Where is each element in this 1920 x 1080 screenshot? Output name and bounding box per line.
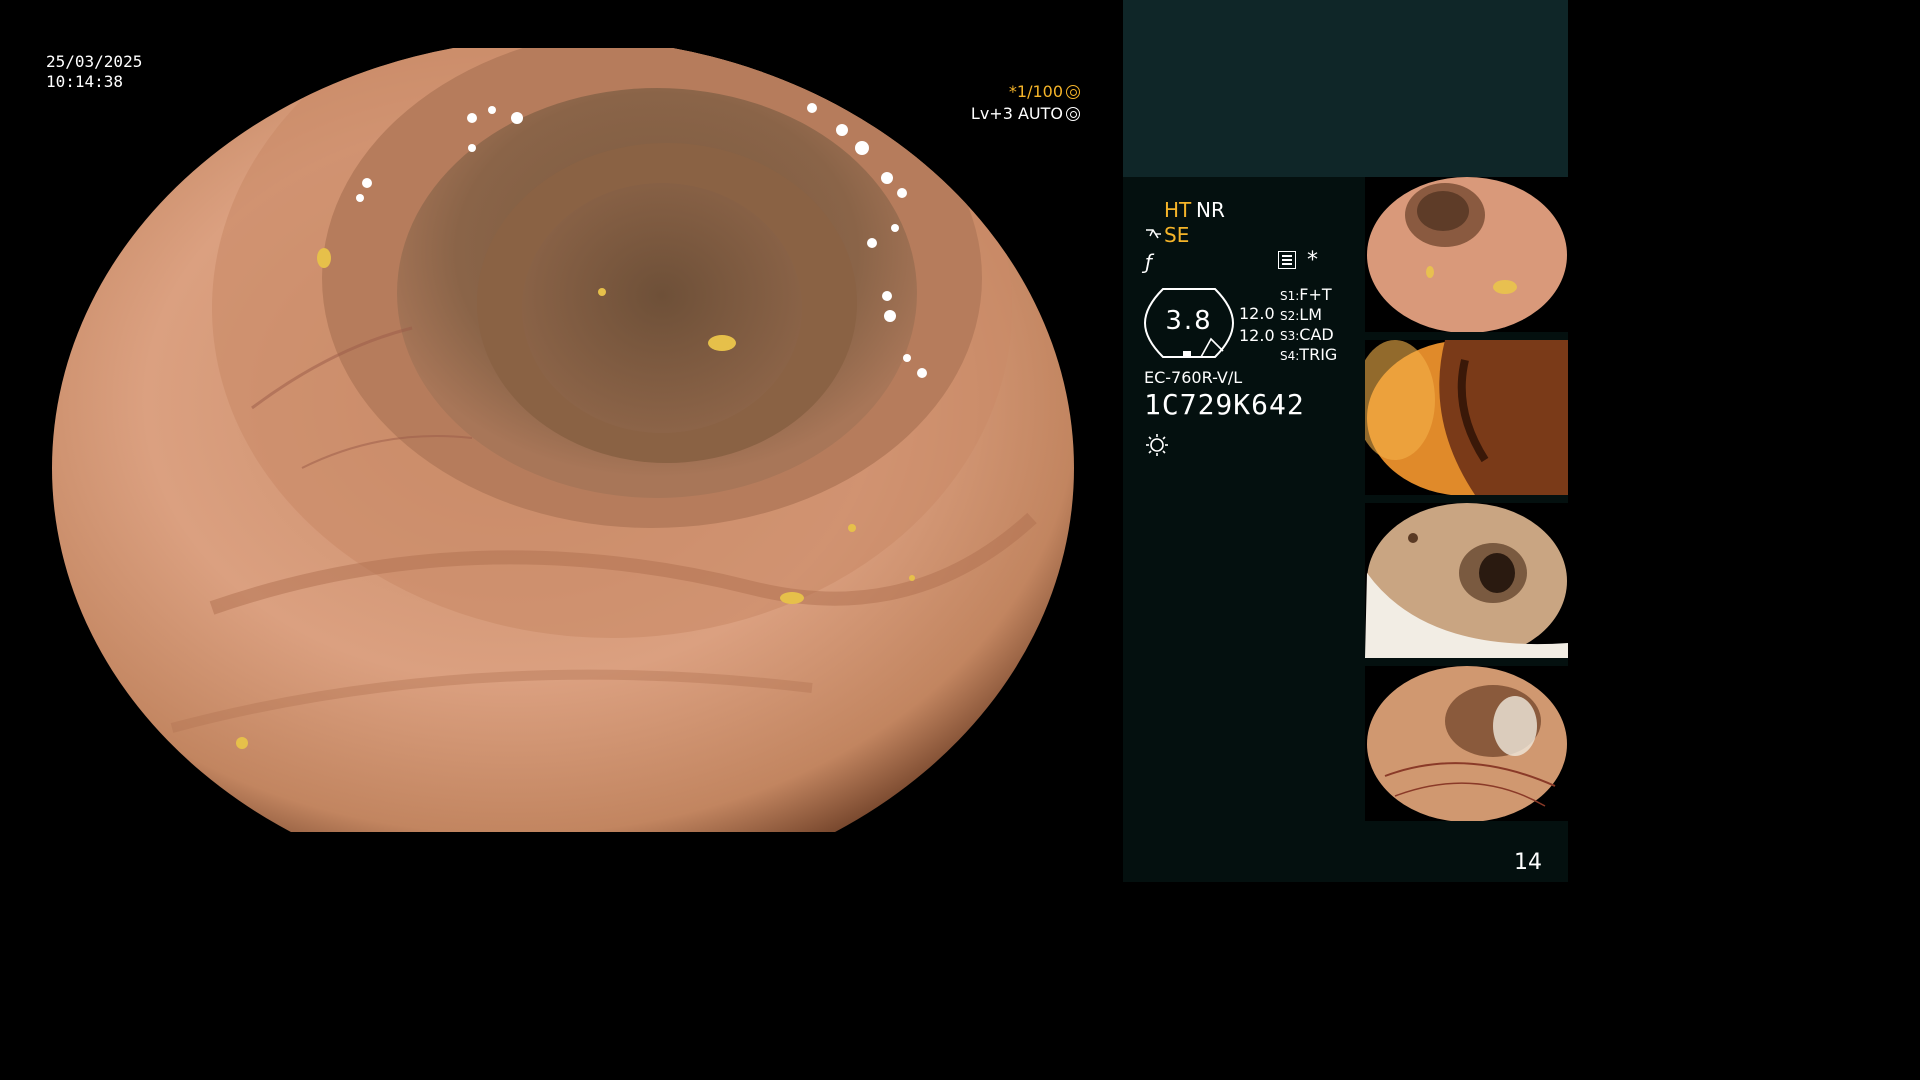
endoscopy-screen: 25/03/2025 10:14:38 *1/100 Lv+3 AUTO HT … (0, 0, 1568, 882)
shutter-speed: *1/100 (1009, 82, 1080, 101)
iris-value: 3.8 (1165, 306, 1213, 336)
switch-s1-key: S1: (1280, 289, 1300, 303)
auto-iris-icon (1066, 107, 1080, 121)
brightness-level-text: Lv+3 AUTO (970, 104, 1063, 123)
exam-time: 10:14:38 (46, 72, 124, 91)
thumbnail-2[interactable] (1365, 340, 1568, 495)
switch-s1-value: F+T (1299, 285, 1332, 304)
shutter-speed-text: *1/100 (1008, 82, 1063, 101)
thumbnail-3[interactable] (1365, 503, 1568, 658)
exam-date: 25/03/2025 (46, 52, 143, 71)
switch-s2: S2:LM (1280, 305, 1322, 324)
scope-model: EC-760R-V/L (1144, 368, 1243, 387)
switch-s2-key: S2: (1280, 309, 1300, 323)
switch-s3-value: CAD (1299, 325, 1334, 344)
mode-ht: HT (1164, 198, 1192, 222)
mode-nr: NR (1196, 198, 1225, 222)
switch-s4: S4:TRIG (1280, 345, 1337, 364)
brightness-level: Lv+3 AUTO (971, 104, 1080, 123)
scope-serial: 1C729K642 (1144, 388, 1305, 421)
main-endoscope-image (52, 48, 1074, 832)
switch-s4-key: S4: (1280, 349, 1300, 363)
mode-se: SE (1164, 223, 1190, 247)
switch-s2-value: LM (1299, 305, 1323, 324)
settings-sheet-icon (1278, 251, 1296, 269)
light-source-icon (1146, 434, 1168, 456)
page-number: 14 (1514, 850, 1542, 875)
capture-asterisk: * (1307, 248, 1318, 273)
shutter-icon (1066, 85, 1080, 99)
switch-s3-key: S3: (1280, 329, 1300, 343)
gain-value-2: 12.0 (1239, 326, 1275, 345)
gain-value-1: 12.0 (1239, 304, 1275, 323)
switch-s3: S3:CAD (1280, 325, 1334, 344)
switch-s4-value: TRIG (1299, 345, 1338, 364)
thumbnail-1[interactable] (1365, 177, 1568, 332)
switch-s1: S1:F+T (1280, 285, 1332, 304)
thumbnail-4[interactable] (1365, 666, 1568, 821)
structure-enhance-icon (1146, 229, 1161, 239)
f-icon: ƒ (1145, 250, 1153, 274)
info-panel-header (1123, 0, 1568, 177)
